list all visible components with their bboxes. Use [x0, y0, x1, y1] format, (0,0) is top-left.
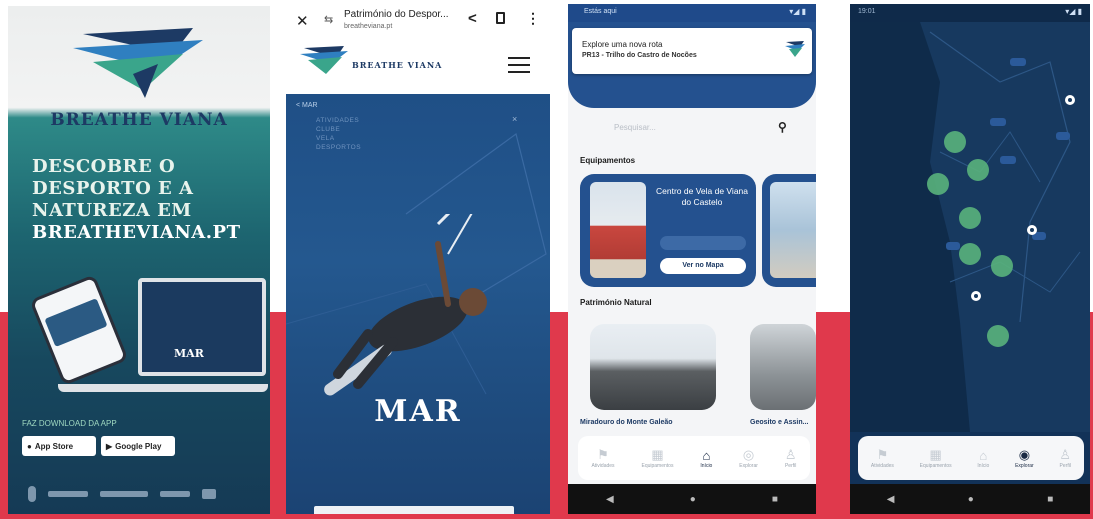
promo-poster: BREATHE VIANA DESCOBRE O DESPORTO E A NA…	[8, 6, 270, 514]
nav-item-home[interactable]: ⌂ Início	[700, 448, 712, 469]
search-icon[interactable]: ⚲	[778, 120, 787, 134]
nav-item-activities[interactable]: ⚑ Atividades	[871, 447, 894, 469]
recents-icon[interactable]: ■	[772, 494, 778, 505]
home-button-icon[interactable]: ●	[968, 494, 974, 505]
site-brand: BREATHE VIANA	[352, 60, 443, 70]
view-on-map-button[interactable]: Ver no Mapa	[660, 258, 746, 274]
more-options-icon[interactable]: ⋮	[526, 10, 540, 27]
section-title-equipment: Equipamentos	[580, 156, 636, 165]
app-logo-icon	[785, 41, 805, 57]
notification[interactable]: Explore uma nova rota PR13 - Trilho do C…	[572, 28, 812, 74]
nav-item-explore[interactable]: ◉ Explorar	[1015, 447, 1034, 469]
flag-icon: ⚑	[597, 447, 609, 462]
user-icon: ♙	[784, 447, 797, 462]
close-menu-icon[interactable]: ×	[512, 114, 517, 124]
home-button-icon[interactable]: ●	[690, 494, 696, 505]
kitesurfer-image	[324, 214, 487, 396]
equipment-card[interactable]: Centro de Vela de Viana do Castelo Ver n…	[580, 174, 756, 287]
equipment-card-partial[interactable]	[762, 174, 816, 287]
nav-item-profile[interactable]: ♙ Perfil	[785, 447, 797, 469]
bottom-nav: ⚑ Atividades ▦ Equipamentos ⌂ Início ◎ Explo…	[578, 436, 810, 480]
page-url[interactable]: breatheviana.pt	[344, 23, 392, 30]
equipment-image	[770, 182, 816, 278]
notification-subtitle: PR13 - Trilho do Castro de Nocões	[582, 52, 697, 59]
building-icon: ▦	[651, 447, 664, 462]
bookmark-icon[interactable]	[496, 12, 505, 24]
hero-section: < MAR ATIVIDADES CLUBE VELA DESPORTOS × …	[286, 94, 550, 514]
notification-title: Explore uma nova rota	[582, 40, 663, 49]
mobile-website: ✕ ⇆ Património do Despor... breatheviana…	[286, 4, 550, 514]
map-view[interactable]	[850, 22, 1090, 432]
hamburger-menu-icon[interactable]	[508, 57, 530, 73]
site-logo[interactable]	[298, 44, 350, 78]
nav-item-equipment[interactable]: ▦ Equipamentos	[641, 447, 673, 469]
browser-toolbar: ✕ ⇆ Património do Despor... breatheviana…	[286, 4, 550, 40]
nature-photo[interactable]	[750, 324, 816, 410]
laptop-mockup: MAR	[138, 278, 266, 376]
laptop-label: MAR	[174, 347, 204, 360]
back-link[interactable]: < MAR	[296, 102, 318, 109]
close-icon[interactable]: ✕	[296, 12, 309, 30]
recents-icon[interactable]: ■	[1047, 494, 1053, 505]
system-navigation: ◀ ● ■	[568, 484, 816, 514]
site-settings-icon[interactable]: ⇆	[324, 13, 333, 26]
nav-item-activities[interactable]: ⚑ Atividades	[591, 447, 614, 469]
google-play-badge[interactable]: ▶ Google Play	[101, 436, 175, 456]
home-icon: ⌂	[702, 447, 711, 463]
system-navigation: ◀ ● ■	[850, 484, 1090, 514]
bottom-bar	[314, 506, 514, 514]
download-text: FAZ DOWNLOAD DA APP	[22, 419, 117, 428]
hero-menu: ATIVIDADES CLUBE VELA DESPORTOS	[316, 117, 362, 151]
user-icon: ♙	[1059, 447, 1072, 462]
play-icon: ▶	[106, 441, 113, 451]
nav-item-home[interactable]: ⌂ Início	[977, 448, 989, 469]
breathe-viana-logo	[73, 28, 203, 98]
status-bar: Estás aqui ▾◢ ▮	[568, 4, 816, 22]
nav-item-equipment[interactable]: ▦ Equipamentos	[920, 447, 952, 469]
equipment-info-pill	[660, 236, 746, 250]
laptop-base	[58, 384, 268, 392]
poster-headline: DESCOBRE O DESPORTO E A NATUREZA EM BREA…	[32, 156, 241, 243]
share-icon[interactable]: <	[468, 10, 477, 27]
app-store-badge[interactable]: ● App Store	[22, 436, 96, 456]
section-title-nature: Património Natural	[580, 298, 652, 307]
building-icon: ▦	[929, 447, 942, 462]
nav-item-explore[interactable]: ◎ Explorar	[739, 447, 758, 469]
hero-title: MAR	[374, 394, 462, 429]
partner-logos	[8, 474, 270, 514]
equipment-image	[590, 182, 646, 278]
status-bar: 19:01 ▾◢ ▮	[850, 4, 1090, 22]
nature-photo[interactable]	[590, 324, 716, 410]
compass-icon: ◎	[742, 447, 755, 462]
poster-brand: BREATHE VIANA	[50, 110, 228, 130]
home-icon: ⌂	[979, 447, 988, 463]
compass-icon: ◉	[1018, 447, 1031, 462]
apple-icon: ●	[27, 441, 32, 451]
back-icon[interactable]: ◀	[606, 494, 614, 505]
phone-mockup	[29, 274, 129, 386]
site-header: BREATHE VIANA	[286, 40, 550, 94]
nature-caption: Geosito e Assin...	[750, 419, 809, 426]
back-icon[interactable]: ◀	[887, 494, 895, 505]
nav-item-profile[interactable]: ♙ Perfil	[1059, 447, 1071, 469]
flag-icon: ⚑	[876, 447, 889, 462]
app-map-screen: 19:01 ▾◢ ▮ ⚑ Atividades ▦ Equipamentos ⌂ In…	[850, 4, 1090, 514]
app-home-screen: Estás aqui ▾◢ ▮ Explore uma nova rota PR…	[568, 4, 816, 514]
bottom-nav: ⚑ Atividades ▦ Equipamentos ⌂ Início ◉ Explo…	[858, 436, 1084, 480]
tab-title: Património do Despor...	[344, 9, 449, 20]
equipment-title: Centro de Vela de Viana do Castelo	[656, 186, 748, 207]
search-input[interactable]: Pesquisar... ⚲	[590, 118, 790, 140]
nature-caption: Miradouro do Monte Galeão	[580, 419, 673, 426]
